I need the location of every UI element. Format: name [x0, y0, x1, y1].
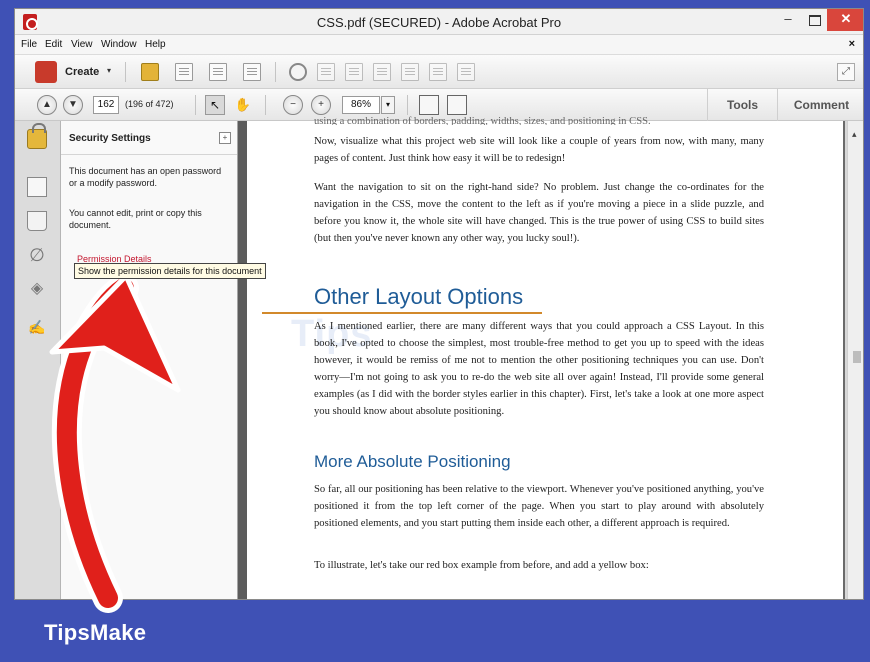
- menu-view[interactable]: View: [71, 39, 93, 50]
- maximize-button[interactable]: [801, 9, 827, 31]
- menu-file[interactable]: File: [21, 39, 37, 50]
- panel-header: Security Settings +: [61, 121, 237, 155]
- page-count-label: (196 of 472): [125, 99, 174, 109]
- close-button[interactable]: ✕: [827, 9, 863, 31]
- scroll-up-icon[interactable]: ▴: [852, 129, 857, 140]
- insert-page-icon[interactable]: [429, 63, 447, 81]
- save-icon[interactable]: [175, 63, 193, 81]
- heading-underline: [262, 312, 542, 314]
- comment-bubble-icon[interactable]: [317, 63, 335, 81]
- tipsmake-brand-label: TipsMake: [44, 620, 147, 645]
- open-folder-icon[interactable]: [141, 63, 159, 81]
- panel-options-icon[interactable]: +: [219, 132, 231, 144]
- security-lock-icon[interactable]: [27, 123, 47, 149]
- signatures-icon[interactable]: ✍: [27, 317, 47, 337]
- main-toolbar: Create ▾ ⤢: [15, 55, 863, 89]
- paragraph: Now, visualize what this project web sit…: [314, 136, 764, 164]
- fit-width-icon[interactable]: [447, 95, 467, 115]
- document-page: Tips using a combination of borders, pad…: [247, 116, 845, 599]
- navigation-pane-strip: ∅ ◈ ✍: [15, 121, 61, 599]
- zoom-dropdown-icon[interactable]: ▾: [381, 96, 395, 114]
- select-tool-icon[interactable]: ↖: [205, 95, 225, 115]
- layers-icon[interactable]: ◈: [27, 279, 47, 299]
- toolbar-divider: [195, 95, 196, 115]
- vertical-scrollbar[interactable]: ▴: [847, 121, 863, 599]
- create-pdf-icon[interactable]: [35, 61, 57, 83]
- paragraph: To illustrate, let's take our red box ex…: [314, 560, 649, 571]
- security-settings-panel: Security Settings + This document has an…: [61, 121, 238, 599]
- fit-page-icon[interactable]: [419, 95, 439, 115]
- create-button[interactable]: Create: [65, 66, 99, 78]
- toolbar-divider: [125, 62, 126, 82]
- password-notice: This document has an open password or a …: [69, 166, 222, 188]
- section-heading: Other Layout Options: [314, 284, 524, 309]
- menu-bar: File Edit View Window Help ×: [15, 35, 863, 55]
- bookmarks-icon[interactable]: [27, 211, 47, 231]
- previous-page-icon[interactable]: ▲: [37, 95, 57, 115]
- next-page-icon[interactable]: ▼: [63, 95, 83, 115]
- scroll-thumb[interactable]: [853, 351, 861, 363]
- paragraph: Want the navigation to sit on the right-…: [314, 182, 764, 244]
- panel-title: Security Settings: [69, 133, 151, 144]
- document-close-icon[interactable]: ×: [849, 38, 855, 50]
- menu-edit[interactable]: Edit: [45, 39, 62, 50]
- restriction-notice: You cannot edit, print or copy this docu…: [69, 208, 202, 230]
- email-icon[interactable]: [243, 63, 261, 81]
- expand-icon[interactable]: ⤢: [837, 63, 855, 81]
- hand-tool-icon[interactable]: ✋: [233, 95, 253, 115]
- attachments-icon[interactable]: ∅: [27, 245, 47, 265]
- zoom-in-icon[interactable]: +: [311, 95, 331, 115]
- minimize-button[interactable]: –: [775, 9, 801, 31]
- acrobat-window: CSS.pdf (SECURED) - Adobe Acrobat Pro – …: [14, 8, 864, 600]
- window-title: CSS.pdf (SECURED) - Adobe Acrobat Pro: [316, 15, 562, 30]
- cut-off-text-line: using a combination of borders, padding,…: [314, 116, 651, 125]
- zoom-out-icon[interactable]: −: [283, 95, 303, 115]
- paragraph: So far, all our positioning has been rel…: [314, 484, 764, 529]
- stamp-icon[interactable]: [373, 63, 391, 81]
- page-number-input[interactable]: 162: [93, 96, 119, 114]
- menu-window[interactable]: Window: [101, 39, 137, 50]
- comment-pane-button[interactable]: Comment: [777, 89, 863, 121]
- print-icon[interactable]: [209, 63, 227, 81]
- pane-splitter[interactable]: [238, 121, 247, 599]
- chevron-down-icon[interactable]: ▾: [107, 66, 111, 75]
- toolbar-divider: [265, 95, 266, 115]
- paragraph: As I mentioned earlier, there are many d…: [314, 321, 764, 417]
- document-viewport: Tips using a combination of borders, pad…: [247, 116, 847, 599]
- zoom-level-input[interactable]: 86%: [342, 96, 380, 114]
- toolbar-divider: [407, 95, 408, 115]
- title-bar: CSS.pdf (SECURED) - Adobe Acrobat Pro – …: [15, 9, 863, 35]
- page-thumbnails-icon[interactable]: [27, 174, 50, 197]
- settings-gear-icon[interactable]: [289, 63, 307, 81]
- subsection-heading: More Absolute Positioning: [314, 452, 511, 471]
- combine-files-icon[interactable]: [457, 63, 475, 81]
- menu-help[interactable]: Help: [145, 39, 166, 50]
- permission-details-tooltip: Show the permission details for this doc…: [74, 263, 266, 279]
- highlight-icon[interactable]: [345, 63, 363, 81]
- toolbar-divider: [275, 62, 276, 82]
- extract-page-icon[interactable]: [401, 63, 419, 81]
